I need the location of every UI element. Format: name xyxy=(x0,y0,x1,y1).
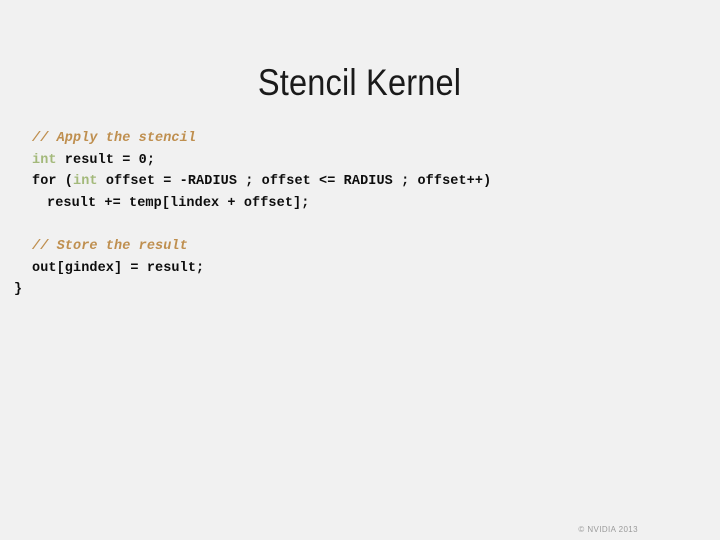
code-token-keyword: int xyxy=(73,174,98,190)
code-line: for (int offset = -RADIUS ; offset <= RA… xyxy=(14,171,704,193)
page-title: Stencil Kernel xyxy=(258,61,462,103)
code-token-comment: // Apply the stencil xyxy=(32,131,197,146)
code-token-plain: } xyxy=(14,282,23,298)
code-line: // Apply the stencil xyxy=(14,128,704,150)
title-area: Stencil Kernel xyxy=(0,38,720,128)
code-line: int result = 0; xyxy=(14,150,704,172)
code-line: out[gindex] = result; xyxy=(14,258,704,280)
code-token-plain: out[gindex] = result; xyxy=(32,260,205,276)
code-line: // Store the result xyxy=(14,236,704,258)
code-token-plain: for ( xyxy=(32,174,74,190)
footer-copyright: © NVIDIA 2013 xyxy=(578,525,638,534)
code-block: // Apply the stencil int result = 0; for (… xyxy=(14,128,704,301)
code-line: } xyxy=(14,279,704,301)
code-token-keyword: int xyxy=(32,152,57,168)
code-line: result += temp[lindex + offset]; xyxy=(14,193,704,215)
code-token-plain: result += temp[lindex + offset]; xyxy=(47,195,310,211)
code-token-plain: result = 0; xyxy=(56,152,156,168)
code-token-plain: offset = -RADIUS ; offset <= RADIUS ; of… xyxy=(97,174,492,190)
code-token-comment: // Store the result xyxy=(32,238,188,254)
slide-canvas: Stencil Kernel // Apply the stencil int r… xyxy=(0,0,720,540)
